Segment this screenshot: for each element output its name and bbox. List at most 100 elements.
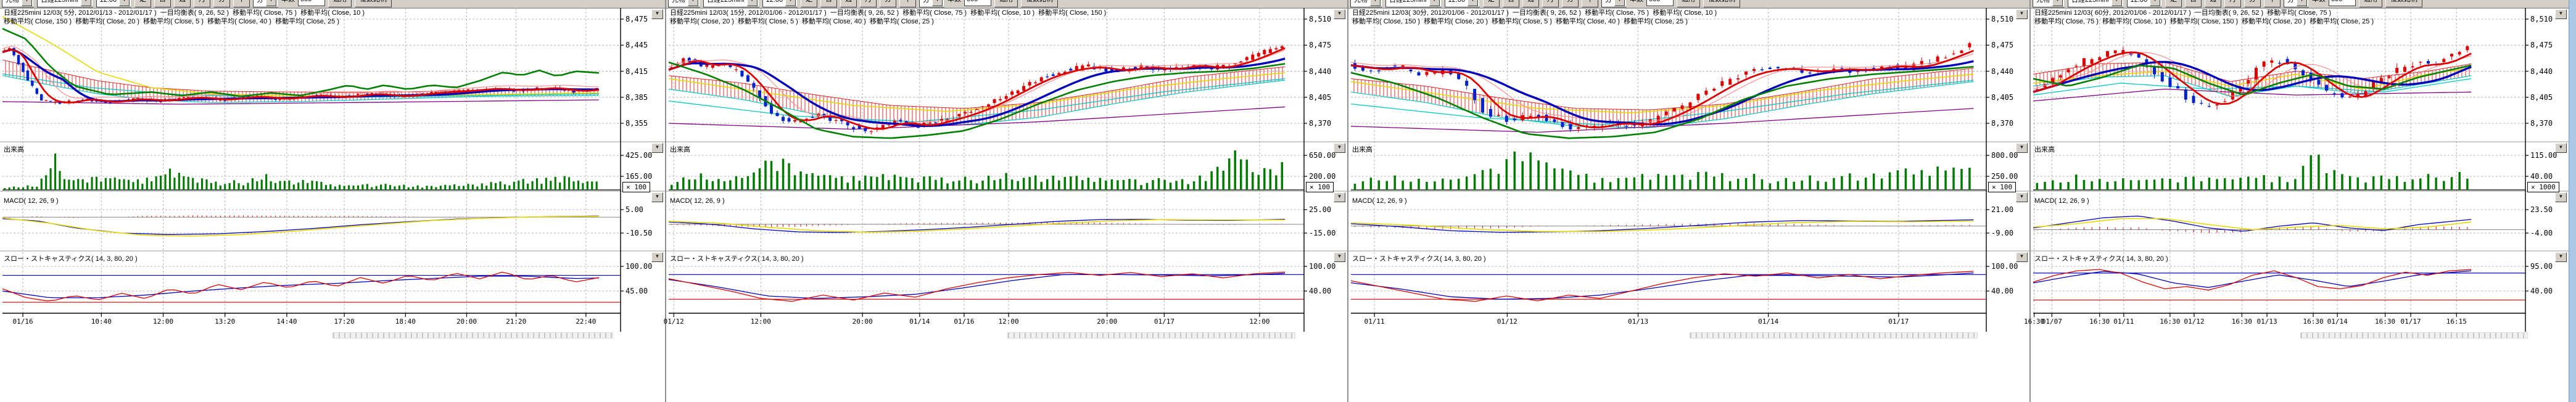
time-axis-label: 20:00 <box>849 318 876 326</box>
macd-axis-label: -10.50 <box>625 229 652 237</box>
main-pane-menu-button[interactable]: ▼ <box>2016 9 2028 19</box>
stoch-axis-label: 95.00 <box>2530 263 2553 271</box>
volume-pane-label: 出来高 <box>4 144 24 154</box>
volume-pane-menu-button[interactable]: ▼ <box>2555 143 2567 153</box>
main-pane-menu-button[interactable]: ▼ <box>2555 9 2567 19</box>
chart-indicator-list: 移動平均( Close, 75 ) 移動平均( Close, 10 ) 移動平均… <box>2034 18 2523 26</box>
time-axis-label: 16:30 <box>2372 318 2399 326</box>
stoch-axis-label: 100.00 <box>1309 263 1335 271</box>
volume-axis-label: 800.00 <box>1991 152 2018 160</box>
price-axis-label: 8,405 <box>1991 94 2013 102</box>
time-axis-label: 12:00 <box>995 318 1022 326</box>
panel-hscrollbar[interactable] <box>2300 332 2528 338</box>
macd-axis-label: 21.00 <box>1991 206 2013 214</box>
price-axis-label: 8,475 <box>625 15 648 23</box>
volume-pane-menu-button[interactable]: ▼ <box>651 143 663 153</box>
stoch-pane-menu-button[interactable]: ▼ <box>2555 252 2567 262</box>
panel-hscrollbar[interactable] <box>332 332 613 338</box>
panel-hscrollbar[interactable] <box>1690 332 1978 338</box>
stochastics-pane-label: スロー・ストキャスティクス( 14, 3, 80, 20 ) <box>2034 253 2168 263</box>
chart-indicator-list: 移動平均( Close, 20 ) 移動平均( Close, 5 ) 移動平均(… <box>670 18 1302 26</box>
stochastics-pane-label: スロー・ストキャスティクス( 14, 3, 80, 20 ) <box>670 253 804 263</box>
time-axis-label: 01/11 <box>2110 318 2137 326</box>
macd-pane-menu-button[interactable]: ▼ <box>2016 192 2028 202</box>
time-axis-label: 10:40 <box>88 318 115 326</box>
chart-indicator-list: 移動平均( Close, 150 ) 移動平均( Close, 20 ) 移動平… <box>1352 18 1984 26</box>
chart-plot-area[interactable] <box>0 0 665 338</box>
volume-axis-label: 250.00 <box>1991 173 2018 181</box>
macd-axis-label: 23.50 <box>2530 206 2553 214</box>
time-axis-label: 01/14 <box>906 318 933 326</box>
volume-pane-label: 出来高 <box>2034 144 2055 154</box>
stoch-pane-menu-button[interactable]: ▼ <box>2016 252 2028 262</box>
time-axis-label: 01/16 <box>951 318 978 326</box>
chart-panel: 先物▼日経225mini▼12:00▼定日週月分十分▼本数500適用複数銘柄 日… <box>0 0 665 402</box>
price-axis-label: 8,370 <box>1309 120 1331 128</box>
stoch-pane-menu-button[interactable]: ▼ <box>651 252 663 262</box>
macd-axis-label: 5.00 <box>625 206 643 214</box>
chart-title: 日経225mini 12/03( 30分, 2012/01/06 - 2012/… <box>1352 9 1984 17</box>
macd-pane-menu-button[interactable]: ▼ <box>2555 192 2567 202</box>
time-axis-label: 01/17 <box>1150 318 1178 326</box>
time-axis-label: 01/13 <box>1625 318 1652 326</box>
stoch-axis-label: 100.00 <box>1991 263 2018 271</box>
time-axis-label: 01/12 <box>2181 318 2208 326</box>
price-axis-label: 8,475 <box>1309 41 1331 49</box>
volume-pane-label: 出来高 <box>1352 144 1373 154</box>
time-axis-label: 13:20 <box>212 318 239 326</box>
volume-axis-label: 115.00 <box>2530 152 2557 160</box>
price-axis-label: 8,440 <box>1309 68 1331 76</box>
volume-multiplier-badge: × 1000 <box>2527 182 2559 192</box>
volume-pane-label: 出来高 <box>670 144 690 154</box>
macd-axis-label: 25.00 <box>1309 206 1331 214</box>
stoch-axis-label: 40.00 <box>1991 287 2013 295</box>
workspace-scrollbar[interactable] <box>2569 0 2576 402</box>
time-axis-label: 01/12 <box>1493 318 1521 326</box>
price-axis-label: 8,405 <box>1309 94 1331 102</box>
volume-pane-menu-button[interactable]: ▼ <box>2016 143 2028 153</box>
volume-axis-label: 165.00 <box>625 173 652 181</box>
time-axis-label: 01/07 <box>2038 318 2065 326</box>
macd-pane-label: MACD( 12, 26, 9 ) <box>670 197 725 205</box>
time-axis-label: 12:00 <box>747 318 774 326</box>
macd-pane-label: MACD( 12, 26, 9 ) <box>1352 197 1407 205</box>
volume-multiplier-badge: × 100 <box>1988 182 2016 192</box>
price-axis-label: 8,440 <box>2530 68 2553 76</box>
macd-axis-label: -9.00 <box>1991 229 2013 237</box>
stoch-pane-menu-button[interactable]: ▼ <box>1334 252 1345 262</box>
macd-pane-label: MACD( 12, 26, 9 ) <box>2034 197 2089 205</box>
price-axis-label: 8,385 <box>625 94 648 102</box>
macd-pane-menu-button[interactable]: ▼ <box>1334 192 1345 202</box>
volume-pane-menu-button[interactable]: ▼ <box>1334 143 1345 153</box>
panel-hscrollbar[interactable] <box>1007 332 1295 338</box>
chart-panel: 先物▼日経225mini▼12:00▼定日週月分十分▼本数500適用複数銘柄 日… <box>1347 0 2029 402</box>
main-pane-menu-button[interactable]: ▼ <box>651 9 663 19</box>
main-pane-menu-button[interactable]: ▼ <box>1334 9 1345 19</box>
time-axis-label: 14:40 <box>273 318 300 326</box>
price-axis-label: 8,440 <box>1991 68 2013 76</box>
time-axis-label: 01/17 <box>1885 318 1912 326</box>
trading-chart-workspace: 先物▼日経225mini▼12:00▼定日週月分十分▼本数500適用複数銘柄 日… <box>0 0 2576 402</box>
chart-plot-area[interactable] <box>666 0 1348 338</box>
chart-panel: 先物▼日経225mini▼12:00▼定日週月分十分▼本数500適用複数銘柄 日… <box>665 0 1347 402</box>
stoch-axis-label: 100.00 <box>625 263 652 271</box>
chart-plot-area[interactable] <box>1348 0 2031 338</box>
price-axis-label: 8,475 <box>2530 41 2553 49</box>
chart-title: 日経225mini 12/03( 15分, 2012/01/06 - 2012/… <box>670 9 1302 17</box>
price-axis-label: 8,445 <box>625 41 648 49</box>
stochastics-pane-label: スロー・ストキャスティクス( 14, 3, 80, 20 ) <box>1352 253 1486 263</box>
time-axis-label: 16:15 <box>2443 318 2470 326</box>
macd-axis-label: -15.00 <box>1309 229 1335 237</box>
chart-title: 日経225mini 12/03( 60分, 2012/01/06 - 2012/… <box>2034 9 2523 17</box>
time-axis-label: 21:20 <box>503 318 530 326</box>
stochastics-pane-label: スロー・ストキャスティクス( 14, 3, 80, 20 ) <box>4 253 138 263</box>
macd-pane-menu-button[interactable]: ▼ <box>651 192 663 202</box>
stoch-axis-label: 40.00 <box>2530 287 2553 295</box>
price-axis-label: 8,370 <box>2530 120 2553 128</box>
time-axis-label: 22:40 <box>572 318 600 326</box>
volume-axis-label: 40.00 <box>2530 173 2553 181</box>
chart-plot-area[interactable] <box>2031 0 2570 338</box>
volume-axis-label: 200.00 <box>1309 173 1335 181</box>
time-axis-label: 16:30 <box>2086 318 2113 326</box>
time-axis-label: 16:30 <box>2300 318 2327 326</box>
